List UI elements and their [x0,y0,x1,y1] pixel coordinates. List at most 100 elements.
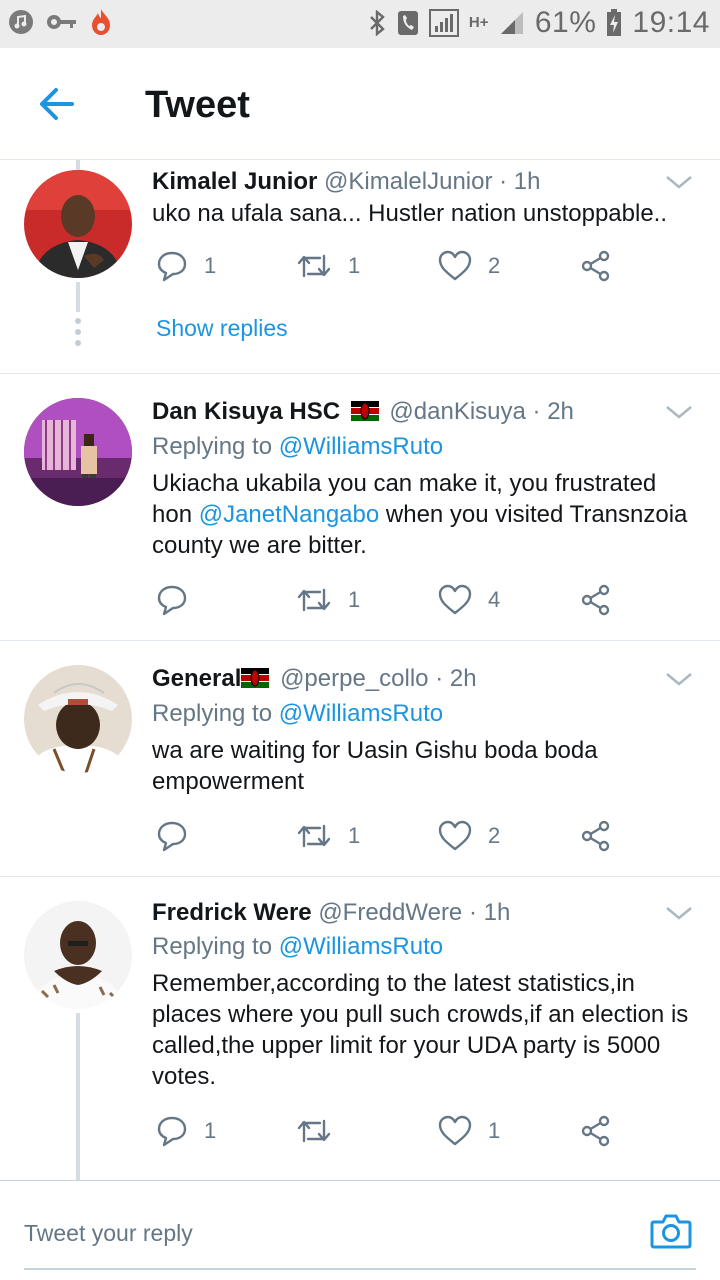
share-icon [581,584,610,616]
reply-mention-link[interactable]: @WilliamsRuto [279,933,443,960]
tweet-header: Dan Kisuya HSC @danKisuya · 2h [152,398,574,426]
network-type-label: H+ [468,14,489,31]
chevron-down-icon[interactable] [664,903,694,923]
avatar[interactable] [24,170,132,278]
heart-icon [438,250,472,281]
composer-underline [24,1268,696,1270]
author-name[interactable]: Fredrick Were [152,899,312,926]
replying-to: Replying to @WilliamsRuto [152,700,443,728]
retweet-icon [297,254,331,278]
retweet-button[interactable] [296,1111,348,1151]
reply-icon [157,585,187,616]
tweet-actions: 1 2 [156,816,636,856]
camera-icon [650,1214,692,1249]
camera-button[interactable] [650,1211,692,1251]
thread-dots [75,318,81,351]
replying-to: Replying to @WilliamsRuto [152,933,443,961]
like-count: 1 [488,1118,501,1143]
status-bar: H+ 61% 19:14 [0,0,720,48]
replying-to: Replying to @WilliamsRuto [152,433,443,461]
reply-button[interactable]: 1 [156,246,216,286]
author-name[interactable]: Kimalel Junior [152,168,317,195]
like-count: 4 [488,587,501,612]
author-name[interactable]: Dan Kisuya HSC [152,398,340,425]
tweet-text: wa are waiting for Uasin Gishu boda boda… [152,737,598,795]
like-button[interactable]: 2 [438,816,500,856]
avatar[interactable] [24,901,132,1009]
mention-link[interactable]: @JanetNangabo [199,501,380,528]
reply-icon [157,821,187,852]
avatar-photo [24,398,132,506]
reply-count: 1 [204,253,217,278]
author-handle[interactable]: @KimalelJunior [324,168,492,195]
tweet-actions: 1 1 2 [156,246,636,286]
share-button[interactable] [580,580,612,620]
share-button[interactable] [580,246,612,286]
tweet-item[interactable]: Dan Kisuya HSC @danKisuya · 2h Replying … [0,374,720,641]
like-button[interactable]: 1 [438,1111,500,1151]
tweet-actions: 1 4 [156,580,636,620]
retweet-count: 1 [348,587,361,612]
battery-percent: 61% [534,6,597,39]
tweet-item[interactable]: Fredrick Were @FreddWere · 1h Replying t… [0,877,720,1180]
tweet-item[interactable]: Kimalel Junior @KimalelJunior · 1h uko n… [0,160,720,374]
share-icon [581,1115,610,1147]
tweet-text: uko na ufala sana... Hustler nation unst… [152,200,668,227]
reply-mention-link[interactable]: @WilliamsRuto [279,700,443,727]
avatar[interactable] [24,398,132,506]
like-button[interactable]: 2 [438,246,500,286]
reply-icon [157,251,187,282]
call-icon [397,11,418,35]
avatar-photo [24,170,132,278]
retweet-button[interactable]: 1 [296,246,360,286]
chevron-down-icon[interactable] [664,669,694,689]
tweet-item[interactable]: General @perpe_collo · 2h Replying to @W… [0,641,720,877]
tweet-header: Fredrick Were @FreddWere · 1h [152,899,510,927]
show-replies-link[interactable]: Show replies [156,315,288,342]
author-handle[interactable]: @perpe_collo [280,665,428,692]
arrow-left-icon [40,88,74,120]
like-count: 2 [488,253,501,278]
app-bar: Tweet [0,48,720,160]
reply-input[interactable] [24,1213,624,1253]
reply-mention-link[interactable]: @WilliamsRuto [279,433,443,460]
like-button[interactable]: 4 [438,580,500,620]
thread-line [76,1013,80,1180]
replying-to-label: Replying to [152,700,273,727]
author-handle[interactable]: @FreddWere [318,899,462,926]
reply-button[interactable] [156,580,204,620]
replying-to-label: Replying to [152,933,273,960]
tweet-header: Kimalel Junior @KimalelJunior · 1h [152,168,541,196]
retweet-count: 1 [348,823,361,848]
replying-to-label: Replying to [152,433,273,460]
tweet-text: Ukiacha ukabila you can make it, you fru… [152,468,697,561]
retweet-icon [297,824,331,848]
retweet-icon [297,1119,331,1143]
tweet-header: General @perpe_collo · 2h [152,665,477,693]
retweet-button[interactable]: 1 [296,816,360,856]
chevron-down-icon[interactable] [664,402,694,422]
heart-icon [438,584,472,615]
chevron-down-icon[interactable] [664,172,694,192]
tweet-time: · 2h [532,398,574,425]
kenya-flag-icon [241,668,270,688]
tweet-actions: 1 1 [156,1111,636,1151]
like-count: 2 [488,823,501,848]
share-button[interactable] [580,1111,612,1151]
share-button[interactable] [580,816,612,856]
music-icon [9,10,33,34]
author-name[interactable]: General [152,665,241,692]
share-icon [581,250,610,282]
reply-button[interactable]: 1 [156,1111,216,1151]
thread-line [76,160,80,170]
heart-icon [438,820,472,851]
avatar[interactable] [24,665,132,773]
back-button[interactable] [28,82,80,126]
thread-line [76,282,80,312]
clock: 19:14 [632,6,710,39]
retweet-button[interactable]: 1 [296,580,360,620]
kenya-flag-icon [350,401,379,421]
avatar-photo [24,901,132,1009]
author-handle[interactable]: @danKisuya [389,398,525,425]
reply-button[interactable] [156,816,204,856]
